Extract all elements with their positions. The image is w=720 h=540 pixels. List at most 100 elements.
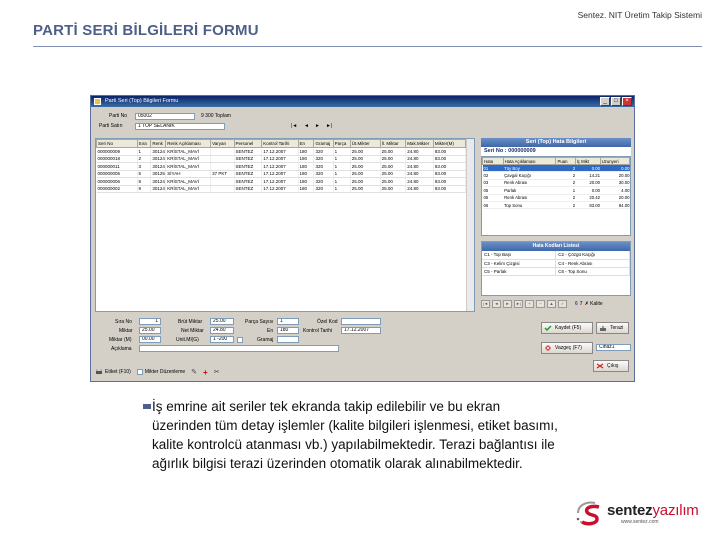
terazi-label: Terazi — [610, 325, 624, 331]
col-header[interactable]: Üt.Mikter — [349, 139, 381, 148]
kontrol-field[interactable]: 17.12.2007 — [341, 327, 381, 334]
col-header[interactable]: Parça — [332, 139, 351, 148]
miktar-m-label: Miktar (M) — [109, 337, 132, 343]
uzunluk-field[interactable]: 1 -200 — [210, 336, 234, 343]
hata-row[interactable]: 02 Çavgal Kaçığı 2 14.21 20.00 — [482, 171, 630, 180]
nav-first-icon[interactable]: |◄ — [481, 300, 490, 308]
nav-add-icon[interactable]: + — [525, 300, 534, 308]
terazi-button[interactable]: Terazi — [596, 322, 629, 334]
nav-first[interactable]: |◄ — [291, 123, 297, 129]
table-cell: 1 — [333, 162, 351, 171]
nav-next-icon[interactable]: ► — [503, 300, 512, 308]
table-row[interactable]: 0000000182301241KRİSTAL_MAVİ SENTEZ17.12.… — [96, 155, 467, 163]
nav-delete-icon[interactable]: − — [536, 300, 545, 308]
hata-row[interactable]: 03 Renk Abrası 2 20.00 30.00 — [482, 179, 630, 188]
table-row[interactable]: 0000000091301241KRİSTAL_MAVİSENTEZ17.12.… — [96, 147, 467, 156]
table-cell: 301241 — [150, 147, 167, 156]
hata-table[interactable]: Hata Hata Açıklaması Puan İç Mikt Uzunye… — [481, 156, 631, 236]
scissors-icon[interactable]: ✂ — [214, 368, 220, 376]
sentez-swoosh-icon — [576, 501, 600, 526]
table-row[interactable]: 0000000068301241KRİSTAL_MAVİ SENTEZ17.12.… — [96, 177, 467, 186]
vazgec-button[interactable]: Vazgeç (F7) — [541, 342, 593, 354]
uzunluk-checkbox[interactable] — [237, 337, 243, 343]
hata-cell: Parlak — [503, 186, 556, 195]
col-header[interactable]: Renk Açıklaması — [165, 139, 212, 148]
seri-grid[interactable]: Seri No Sıra Renk Renk Açıklaması Varyan… — [95, 138, 475, 312]
hata-kodu-row[interactable]: C1 - Top Başı C2 - Çözgü Kaçığı — [482, 251, 630, 260]
col-header[interactable]: Gramaj — [313, 139, 334, 148]
hata-col-header[interactable]: Hata Açıklaması — [502, 157, 557, 165]
hata-col-header[interactable]: Puan — [555, 157, 576, 165]
miktar-field[interactable]: 25.00 — [139, 327, 161, 334]
table-cell: SENTEZ — [234, 177, 263, 186]
col-header[interactable]: Renk — [150, 139, 167, 148]
bottom-form: Sıra No 1 Miktar 25.00 Miktar (M) 00.00 … — [95, 316, 475, 364]
nav-post-icon[interactable]: ✓ — [558, 300, 567, 308]
table-cell: 320 — [313, 185, 334, 193]
sira-no-field[interactable]: 1 — [139, 318, 161, 325]
window-titlebar[interactable]: Parti Seri (Top) Bilgileri Formu _ □ × — [91, 96, 634, 107]
add-icon[interactable]: + — [203, 368, 208, 377]
col-header[interactable]: Mak.Mikter — [405, 139, 434, 148]
gramaj-field[interactable] — [277, 336, 299, 343]
hata-panel-title: Seri (Top) Hata Bilgileri — [481, 138, 631, 147]
edit-icon[interactable]: ✎ — [191, 368, 197, 376]
col-header[interactable]: En — [297, 139, 315, 148]
nav-last[interactable]: ►| — [326, 123, 332, 129]
nav-prev[interactable]: ◄ — [304, 123, 309, 129]
net-field[interactable]: 24.80 — [210, 327, 234, 334]
hata-row[interactable]: 06 Top Sonu 2 83.00 84.00 — [482, 201, 630, 210]
cihaz-select[interactable]: Cihaz1 — [596, 344, 631, 351]
col-header[interactable]: Varyan — [210, 139, 235, 148]
hata-kodlari-list[interactable]: Hata Kodları Listesi C1 - Top Başı C2 - Ç… — [481, 241, 631, 296]
minimize-button[interactable]: _ — [600, 97, 610, 106]
hata-kodu-cell: C1 - Top Başı — [482, 251, 557, 260]
table-cell: 1 — [333, 170, 351, 178]
table-row[interactable]: 0000000113301241KRİSTAL_MAVİ SENTEZ17.12.… — [96, 162, 467, 171]
hata-row[interactable]: 05 Renk Abrası 2 20.42 20.00 — [482, 194, 630, 202]
hata-kodu-row[interactable]: C3 - Kelim Çizgisi C4 - Renk Abrası — [482, 259, 630, 268]
parti-sahn-select[interactable]: 1 TOP SELANİK — [135, 123, 225, 130]
parti-no-label: Parti No — [109, 113, 128, 119]
table-cell: 180 — [298, 147, 315, 156]
etiket-button[interactable]: Etiket (F10) — [95, 369, 131, 375]
hata-col-header[interactable]: Hata — [482, 157, 504, 165]
miktar-m-field[interactable]: 00.00 — [139, 336, 161, 343]
parti-no-field[interactable]: 05002 — [135, 113, 195, 120]
col-header[interactable]: Seri No — [96, 139, 138, 148]
en-field[interactable]: 180 — [277, 327, 299, 334]
sentez-logo: sentezyazılım www.sentez.com — [575, 497, 703, 533]
col-header[interactable]: Sıra — [136, 139, 152, 148]
hata-col-header[interactable]: Uzunyeri — [599, 157, 630, 165]
hata-row[interactable]: 01 Tüy Boy 2 0.00 0.00 — [482, 164, 630, 173]
hata-kodu-row[interactable]: C5 - Parlak C6 - Top Sonu — [482, 267, 630, 276]
cancel-icon — [545, 345, 551, 351]
mikter-checkbox[interactable] — [136, 369, 143, 375]
maximize-button[interactable]: □ — [611, 97, 621, 106]
grid-scrollbar[interactable] — [466, 139, 474, 311]
mikter-duzenleme-button[interactable]: Mikter Düzenleme — [136, 369, 185, 375]
col-header[interactable]: Mikter(M) — [432, 139, 467, 148]
brut-field[interactable]: 25.00 — [210, 318, 234, 325]
nav-next[interactable]: ► — [315, 123, 320, 129]
nav-edit-icon[interactable]: ▲ — [547, 300, 556, 308]
table-row[interactable]: 0000000029301241KRİSTAL_MAVİ SENTEZ17.12.… — [96, 185, 467, 193]
table-cell: 5 — [137, 170, 152, 178]
hata-cell: 2 — [555, 179, 576, 188]
col-header[interactable]: Kontrol Tarihi — [261, 139, 299, 148]
table-row[interactable]: 0000000055301251SİYAH37 PKTSENTEZ17.12.2… — [96, 170, 467, 178]
nav-last-icon[interactable]: ►| — [514, 300, 523, 308]
kaydet-button[interactable]: Kaydet (F5) — [541, 322, 593, 334]
col-header[interactable]: İl. Miktar — [379, 139, 407, 148]
table-cell: 301241 — [150, 162, 167, 171]
close-button[interactable]: × — [622, 97, 632, 106]
col-header[interactable]: Personel — [233, 139, 263, 148]
top-form: Parti No 05002 9 300 Toplam Parti Satırı… — [95, 111, 475, 131]
ozel-kod-field[interactable] — [341, 318, 381, 325]
aciklama-field[interactable] — [139, 345, 339, 352]
parca-field[interactable]: 1 — [277, 318, 299, 325]
hata-row[interactable]: 05 Parlak 1 0.00 4.00 — [482, 186, 630, 195]
nav-prev-icon[interactable]: ◄ — [492, 300, 501, 308]
hata-col-header[interactable]: İç Mikt — [574, 157, 601, 165]
kalite-close[interactable]: ✗ Kalite — [585, 301, 603, 307]
